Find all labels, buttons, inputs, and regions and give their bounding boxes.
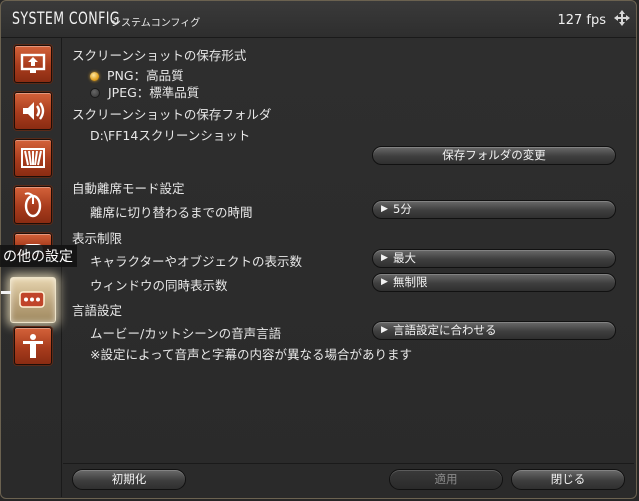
mouse-cursor — [1, 291, 11, 294]
language-note: ※設定によって音声と字幕の内容が異なる場合があります — [90, 347, 412, 362]
afk-timeout-label: 離席に切り替わるまでの時間 — [90, 205, 253, 220]
dropdown-arrow-icon: ▶ — [381, 253, 388, 263]
object-count-value: 最大 — [393, 251, 416, 265]
dropdown-arrow-icon: ▶ — [381, 325, 388, 335]
object-count-dropdown[interactable]: ▶ 最大 — [372, 249, 616, 268]
window-count-dropdown[interactable]: ▶ 無制限 — [372, 273, 616, 292]
afk-timeout-value: 5分 — [393, 202, 412, 216]
window-count-label: ウィンドウの同時表示数 — [90, 278, 228, 293]
reset-button[interactable]: 初期化 — [72, 469, 186, 490]
dropdown-arrow-icon: ▶ — [381, 204, 388, 214]
move-icon[interactable] — [614, 10, 630, 26]
language-heading: 言語設定 — [72, 303, 123, 318]
radio-jpeg[interactable]: JPEG：標準品質 — [90, 82, 199, 101]
category-sidebar — [5, 37, 62, 497]
title-bar[interactable]: SYSTEM CONFIG システムコンフィグ 127 fps — [1, 1, 636, 38]
radio-png-label: PNG：高品質 — [107, 68, 184, 83]
radio-unselected-icon — [90, 88, 100, 98]
category-other-settings[interactable] — [10, 277, 56, 323]
screenshot-format-heading: スクリーンショットの保存形式 — [72, 48, 247, 63]
movie-audio-value: 言語設定に合わせる — [393, 323, 497, 337]
display-limits-heading: 表示制限 — [72, 231, 123, 246]
category-mouse-settings[interactable] — [14, 186, 52, 224]
category-theater-settings[interactable] — [14, 139, 52, 177]
object-count-label: キャラクターやオブジェクトの表示数 — [90, 254, 303, 269]
dropdown-arrow-icon: ▶ — [381, 277, 388, 287]
afk-timeout-dropdown[interactable]: ▶ 5分 — [372, 200, 616, 219]
theater-settings-icon — [21, 148, 45, 168]
close-button[interactable]: 閉じる — [511, 469, 625, 490]
accessibility-icon — [23, 334, 43, 358]
window-count-value: 無制限 — [393, 275, 428, 289]
category-tooltip: の他の設定 — [0, 245, 77, 267]
window-subtitle: システムコンフィグ — [111, 18, 201, 29]
screenshot-folder-path: D:\FF14スクリーンショット — [90, 128, 251, 143]
change-folder-button[interactable]: 保存フォルダの変更 — [372, 146, 616, 165]
sound-icon — [23, 102, 45, 120]
footer-divider — [63, 463, 634, 464]
movie-audio-dropdown[interactable]: ▶ 言語設定に合わせる — [372, 321, 616, 340]
radio-jpeg-label: JPEG：標準品質 — [108, 85, 200, 100]
radio-selected-icon — [90, 72, 99, 81]
category-display-settings[interactable] — [14, 45, 52, 83]
mouse-icon — [24, 192, 42, 218]
category-accessibility-settings[interactable] — [14, 327, 52, 365]
movie-audio-label: ムービー/カットシーンの音声言語 — [90, 326, 282, 341]
fps-counter: 127 fps — [557, 13, 606, 28]
system-config-window: SYSTEM CONFIG システムコンフィグ 127 fps の他の設定 スク… — [0, 0, 637, 499]
apply-button[interactable]: 適用 — [389, 469, 503, 490]
category-sound-settings[interactable] — [14, 92, 52, 130]
other-settings-icon — [19, 291, 45, 308]
settings-panel: スクリーンショットの保存形式 PNG：高品質 JPEG：標準品質 スクリーンショ… — [63, 37, 635, 465]
display-settings-icon — [20, 53, 46, 73]
screenshot-folder-heading: スクリーンショットの保存フォルダ — [72, 107, 272, 122]
window-title: SYSTEM CONFIG — [12, 9, 120, 29]
afk-heading: 自動離席モード設定 — [72, 181, 185, 196]
